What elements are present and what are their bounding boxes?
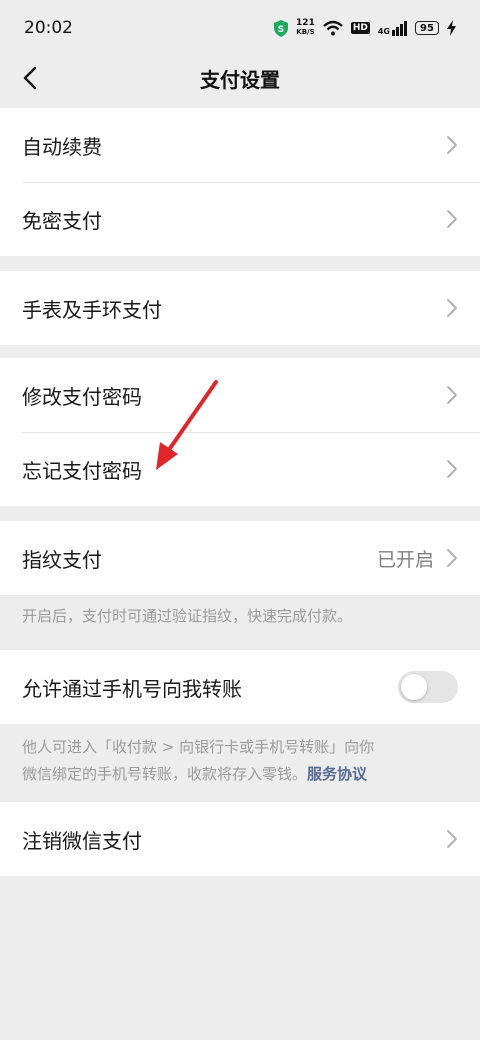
chevron-left-icon	[23, 66, 37, 90]
chevron-right-icon	[447, 386, 457, 404]
change-password-row[interactable]: 修改支付密码	[0, 358, 480, 432]
chevron-right-icon	[447, 460, 457, 478]
password-free-payment-row[interactable]: 免密支付	[0, 182, 480, 256]
net-speed-unit: KB/S	[296, 28, 315, 36]
toggle-knob	[401, 674, 427, 700]
fingerprint-group: 指纹支付 已开启	[0, 521, 480, 595]
phone-transfer-toggle[interactable]	[398, 671, 458, 703]
phone-transfer-row: 允许通过手机号向我转账	[0, 650, 480, 724]
chevron-right-icon	[447, 830, 457, 848]
chevron-right-icon	[447, 210, 457, 228]
chevron-right-icon	[447, 549, 457, 567]
service-agreement-link[interactable]: 服务协议	[307, 765, 367, 783]
fingerprint-payment-label: 指纹支付	[22, 547, 102, 572]
hd-icon: HD	[350, 22, 370, 34]
deactivate-wechat-pay-row[interactable]: 注销微信支付	[0, 802, 480, 876]
renewal-group: 自动续费 免密支付	[0, 108, 480, 256]
phone-transfer-note-line2-wrap: 微信绑定的手机号转账，收款将存入零钱。服务协议	[22, 761, 458, 788]
watch-band-payment-row[interactable]: 手表及手环支付	[0, 271, 480, 345]
change-password-label: 修改支付密码	[22, 384, 142, 409]
auto-renewal-label: 自动续费	[22, 134, 102, 159]
signal-icon: 4G	[377, 20, 407, 36]
wearable-group: 手表及手环支付	[0, 271, 480, 345]
wifi-icon	[323, 20, 343, 36]
forgot-password-label: 忘记支付密码	[22, 458, 142, 483]
deactivate-wechat-pay-label: 注销微信支付	[22, 828, 142, 853]
auto-renewal-row[interactable]: 自动续费	[0, 108, 480, 182]
status-time: 20:02	[24, 18, 73, 38]
status-icons: S 121 KB/S HD 4G 95	[274, 19, 456, 37]
navigation-bar: 支付设置	[0, 56, 480, 100]
signal-label: 4G	[377, 26, 390, 36]
chevron-right-icon	[447, 299, 457, 317]
shield-icon: S	[274, 19, 289, 37]
svg-text:S: S	[278, 25, 284, 35]
fingerprint-note: 开启后，支付时可通过验证指纹，快速完成付款。	[22, 607, 353, 625]
phone-transfer-label: 允许通过手机号向我转账	[22, 676, 242, 701]
net-speed: 121 KB/S	[296, 19, 315, 37]
back-button[interactable]	[14, 62, 46, 94]
deactivate-group: 注销微信支付	[0, 802, 480, 876]
chevron-right-icon	[447, 136, 457, 154]
forgot-password-row[interactable]: 忘记支付密码	[0, 432, 480, 506]
password-free-payment-label: 免密支付	[22, 208, 102, 233]
phone-transfer-note-line2: 微信绑定的手机号转账，收款将存入零钱。	[22, 765, 308, 783]
watch-band-payment-label: 手表及手环支付	[22, 297, 162, 322]
battery-icon: 95	[415, 21, 439, 35]
phone-transfer-group: 允许通过手机号向我转账	[0, 650, 480, 724]
status-bar: 20:02 S 121 KB/S HD 4G 95	[0, 0, 480, 56]
fingerprint-status: 已开启	[376, 548, 434, 571]
phone-transfer-note: 他人可进入「收付款 > 向银行卡或手机号转账」向你 微信绑定的手机号转账，收款将…	[0, 726, 480, 796]
charging-icon	[447, 20, 456, 36]
payment-settings-page: 20:02 S 121 KB/S HD 4G 95 支付设置 自动续费 免密支付…	[0, 0, 480, 1040]
password-group: 修改支付密码 忘记支付密码	[0, 358, 480, 506]
net-speed-value: 121	[296, 18, 315, 28]
phone-transfer-note-line1: 他人可进入「收付款 > 向银行卡或手机号转账」向你	[22, 738, 375, 756]
page-title: 支付设置	[200, 67, 280, 92]
fingerprint-payment-row[interactable]: 指纹支付 已开启	[0, 521, 480, 595]
